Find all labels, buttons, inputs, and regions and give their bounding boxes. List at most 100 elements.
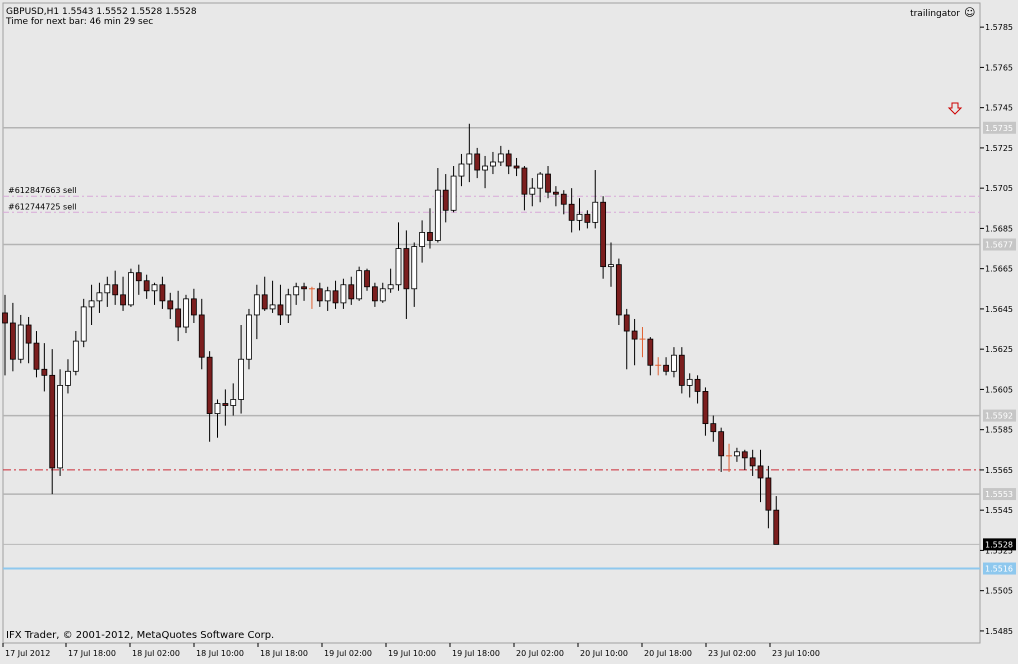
- candle-body: [513, 165, 520, 169]
- candle-body: [458, 163, 465, 177]
- x-tick-label: 17 Jul 2012: [5, 649, 50, 658]
- candle-body: [214, 403, 221, 414]
- x-tick-label: 19 Jul 10:00: [388, 649, 436, 658]
- candle-body: [348, 284, 355, 300]
- candle-body: [379, 288, 386, 302]
- candle-body: [560, 193, 567, 205]
- level-price-label: 1.5592: [985, 412, 1013, 421]
- y-tick-label: 1.5705: [985, 184, 1013, 193]
- candle-body: [96, 292, 103, 302]
- chart-window[interactable]: #612847663 sell #612744725 sell 1.5735 1.5…: [0, 0, 1018, 660]
- order-line-label: #612847663 sell: [8, 186, 77, 195]
- candle-body: [17, 324, 24, 360]
- x-tick-label: 17 Jul 18:00: [68, 649, 116, 658]
- candle-body: [9, 322, 16, 360]
- x-tick-label: 23 Jul 10:00: [772, 649, 820, 658]
- candle-body: [419, 232, 426, 247]
- candle-body: [537, 173, 544, 189]
- candle-body: [324, 290, 331, 302]
- candle-body: [364, 270, 370, 288]
- candle-body: [230, 399, 237, 406]
- x-tick-label: 20 Jul 10:00: [580, 649, 628, 658]
- x-tick-label: 18 Jul 18:00: [260, 649, 308, 658]
- bid-price-label: 1.5528: [985, 540, 1013, 549]
- candle-body: [198, 314, 205, 358]
- candle-body: [529, 187, 536, 195]
- candle-body: [387, 284, 394, 290]
- y-tick-label: 1.5605: [985, 385, 1013, 394]
- candle-body: [505, 153, 512, 167]
- level-price-label: 1.5677: [985, 241, 1013, 250]
- candle-body: [332, 290, 339, 304]
- candle-body: [120, 294, 126, 306]
- candle-body: [434, 189, 441, 241]
- candle-body: [553, 191, 559, 195]
- candle-body: [159, 284, 166, 302]
- candle-body: [293, 286, 300, 296]
- candle-body: [41, 368, 48, 376]
- next-bar-timer: Time for next bar: 46 min 29 sec: [5, 17, 153, 27]
- candle-body: [340, 284, 347, 304]
- candle-body: [167, 300, 174, 310]
- candle-body: [206, 356, 213, 414]
- candle-body: [521, 167, 528, 195]
- price-chart[interactable]: #612847663 sell #612744725 sell 1.5735 1.5…: [0, 0, 1018, 660]
- candle-body: [442, 189, 449, 211]
- candle-body: [686, 378, 693, 386]
- candle-body: [316, 288, 323, 302]
- y-tick-label: 1.5685: [985, 224, 1013, 233]
- chart-background: [0, 0, 1018, 660]
- candle-body: [238, 358, 245, 400]
- candle-body: [427, 232, 433, 241]
- x-tick-label: 18 Jul 02:00: [132, 649, 180, 658]
- candle-body: [671, 354, 677, 372]
- candle-body: [466, 153, 473, 165]
- level-price-label: 1.5735: [985, 124, 1013, 133]
- order-line-label: #612744725 sell: [8, 202, 77, 211]
- candle-body: [600, 201, 607, 268]
- candle-body: [497, 153, 504, 163]
- y-tick-label: 1.5545: [985, 506, 1013, 515]
- candle-body: [403, 248, 410, 290]
- candle-body: [773, 509, 780, 545]
- candle-body: [710, 423, 717, 433]
- candle-body: [576, 213, 583, 221]
- candle-body: [80, 306, 87, 342]
- candle-body: [175, 308, 182, 328]
- candle-body: [356, 270, 363, 300]
- candle-body: [663, 364, 669, 372]
- expert-name: trailingator: [910, 9, 960, 19]
- y-tick-label: 1.5625: [985, 345, 1013, 354]
- x-tick-label: 19 Jul 18:00: [452, 649, 500, 658]
- y-tick-label: 1.5745: [985, 104, 1013, 113]
- y-tick-label: 1.5645: [985, 305, 1013, 314]
- smiley-icon[interactable]: ☺: [964, 6, 975, 19]
- candle-body: [88, 300, 95, 308]
- y-tick-label: 1.5585: [985, 426, 1013, 435]
- candle-body: [482, 165, 488, 171]
- candle-body: [749, 457, 756, 467]
- y-tick-label: 1.5725: [985, 144, 1013, 153]
- candle-body: [757, 465, 764, 479]
- candle-body: [246, 314, 252, 360]
- candle-body: [474, 153, 481, 171]
- candle-body: [615, 264, 622, 316]
- candle-body: [734, 451, 740, 457]
- candle-body: [702, 391, 709, 425]
- candle-body: [72, 340, 79, 372]
- candle-body: [104, 284, 111, 294]
- candle-body: [568, 203, 575, 221]
- candle-body: [253, 294, 260, 316]
- candle-body: [584, 213, 591, 223]
- candle-body: [277, 304, 284, 316]
- candle-body: [741, 451, 748, 459]
- x-tick-label: 19 Jul 02:00: [324, 649, 372, 658]
- x-tick-label: 20 Jul 18:00: [644, 649, 692, 658]
- candle-body: [65, 370, 71, 386]
- x-tick-label: 18 Jul 10:00: [196, 649, 244, 658]
- candle-body: [490, 161, 496, 167]
- candle-body: [183, 298, 189, 328]
- candle-body: [450, 175, 457, 211]
- candle-body: [694, 378, 701, 392]
- candle-body: [49, 374, 56, 469]
